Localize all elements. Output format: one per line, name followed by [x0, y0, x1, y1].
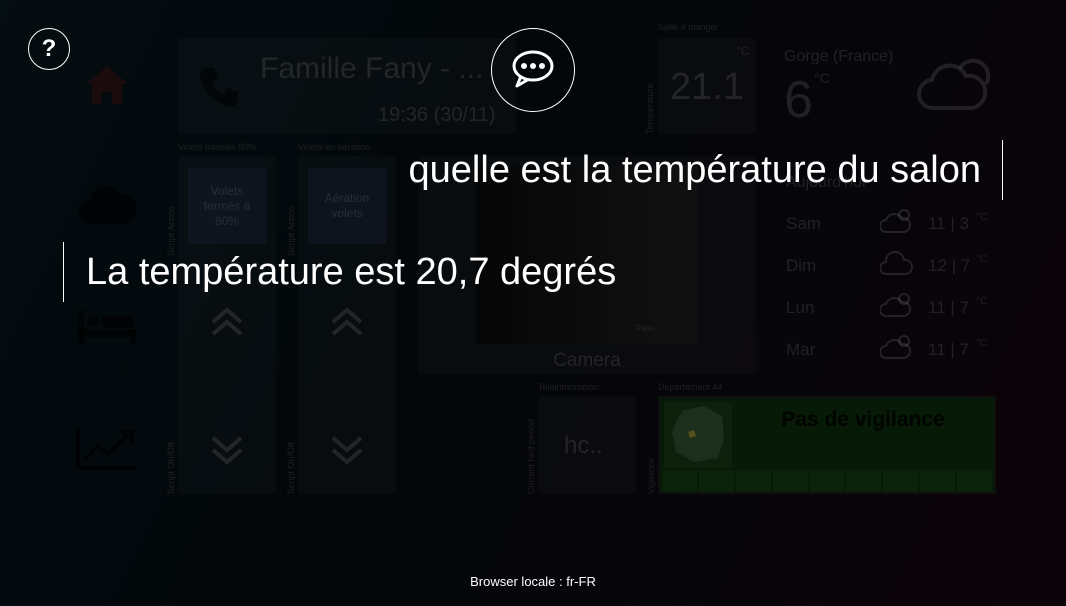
- speech-button[interactable]: [491, 28, 575, 112]
- user-message: quelle est la température du salon: [409, 140, 1003, 200]
- help-label: ?: [41, 35, 57, 62]
- browser-locale: Browser locale : fr-FR: [470, 574, 596, 589]
- speech-bubble-icon: [511, 48, 555, 93]
- help-button[interactable]: ?: [28, 28, 70, 70]
- assistant-reply: La température est 20,7 degrés: [63, 242, 616, 302]
